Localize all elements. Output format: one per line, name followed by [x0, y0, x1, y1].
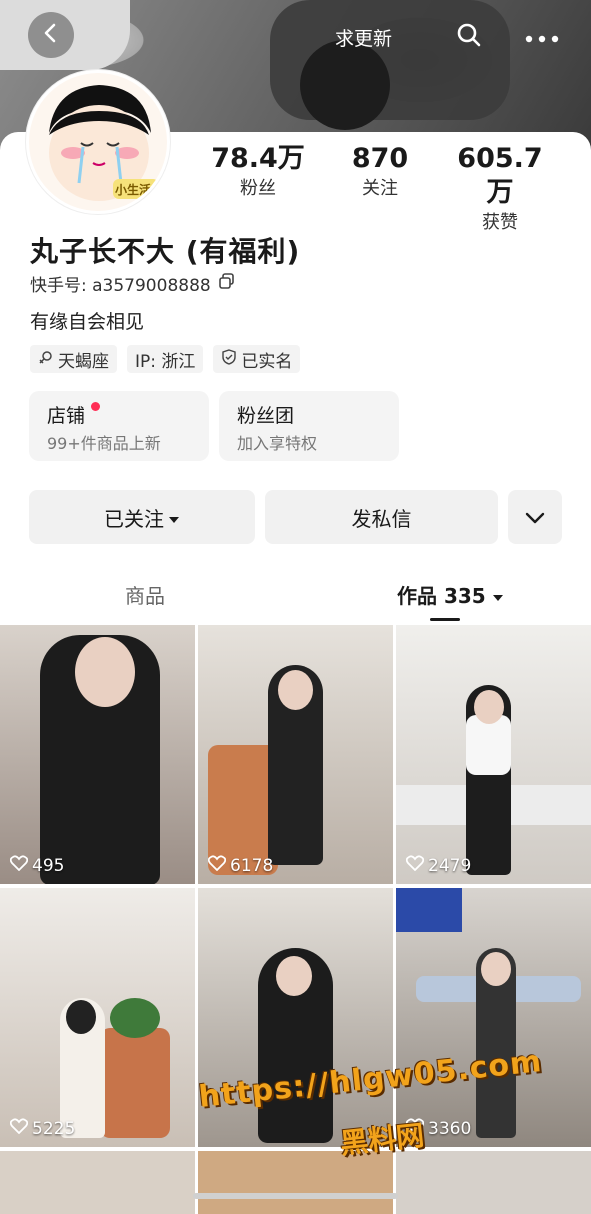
- send-message-button[interactable]: 发私信: [265, 490, 498, 544]
- stat-following[interactable]: 870 关注: [340, 142, 420, 202]
- request-update-button[interactable]: 求更新: [335, 20, 392, 54]
- card-title: 粉丝团: [237, 405, 295, 427]
- stat-value: 605.7万: [457, 143, 543, 208]
- video-thumbnail[interactable]: 6178: [198, 625, 393, 884]
- video-thumbnail[interactable]: 5225: [0, 888, 195, 1147]
- kuaishou-id-row[interactable]: 快手号: a3579008888: [30, 271, 235, 296]
- search-icon: [456, 22, 482, 52]
- likes-count: 495: [9, 855, 65, 876]
- stat-value: 870: [351, 143, 409, 174]
- search-button[interactable]: [452, 20, 486, 54]
- message-label: 发私信: [351, 506, 412, 531]
- chevron-left-icon: [40, 22, 62, 48]
- followed-button[interactable]: 已关注: [29, 490, 255, 544]
- stat-label: 粉丝: [240, 178, 276, 199]
- likes-count: 2479: [405, 855, 472, 876]
- heart-icon: [9, 855, 29, 876]
- active-tab-indicator: [430, 618, 460, 621]
- back-button[interactable]: [28, 12, 74, 58]
- tag-label: 已实名: [241, 351, 293, 372]
- followed-label: 已关注: [104, 506, 164, 531]
- likes-value: 495: [32, 855, 65, 876]
- copy-icon[interactable]: [218, 273, 235, 294]
- likes-value: 3360: [428, 1118, 472, 1139]
- card-title: 店铺: [47, 405, 86, 427]
- tag-label: IP: 浙江: [135, 351, 196, 372]
- heart-icon: [405, 855, 425, 876]
- chevron-down-icon: [525, 505, 545, 529]
- avatar-sticker-text: 小生活: [115, 183, 152, 197]
- likes-count: 5225: [9, 1118, 76, 1139]
- tag-ip-location: IP: 浙江: [127, 345, 204, 373]
- card-subtitle: 加入享特权: [237, 434, 318, 453]
- tag-verified: 已实名: [213, 345, 301, 373]
- tab-works[interactable]: 作品 335: [397, 580, 504, 609]
- video-thumbnail[interactable]: 495: [0, 625, 195, 884]
- shop-card[interactable]: 店铺 99+件商品上新: [29, 391, 209, 461]
- stat-likes[interactable]: 605.7万 获赞: [444, 142, 556, 236]
- tag-zodiac: 天蝎座: [30, 345, 117, 373]
- likes-count: 6178: [207, 855, 274, 876]
- caret-down-icon: [168, 505, 180, 529]
- tab-works-label: 作品 335: [397, 584, 486, 608]
- kuaishou-id: 快手号: a3579008888: [30, 276, 211, 296]
- caret-down-icon: [492, 583, 504, 607]
- scorpio-icon: [38, 349, 54, 370]
- video-thumbnail[interactable]: [198, 1151, 393, 1214]
- avatar[interactable]: 小生活: [26, 70, 170, 214]
- stat-followers[interactable]: 78.4万 粉丝: [210, 142, 306, 202]
- profile-tags: 天蝎座 IP: 浙江 已实名: [30, 345, 301, 373]
- video-thumbnail[interactable]: [396, 1151, 591, 1214]
- home-indicator[interactable]: [193, 1193, 398, 1199]
- stat-label: 关注: [362, 178, 398, 199]
- likes-value: 6178: [230, 855, 274, 876]
- profile-bio: 有缘自会相见: [30, 311, 145, 333]
- card-subtitle: 99+件商品上新: [47, 434, 161, 453]
- new-badge-dot: [91, 402, 100, 411]
- heart-icon: [207, 855, 227, 876]
- video-thumbnail[interactable]: [0, 1151, 195, 1214]
- fan-club-card[interactable]: 粉丝团 加入享特权: [219, 391, 399, 461]
- likes-value: 5225: [32, 1118, 76, 1139]
- video-thumbnail[interactable]: 2479: [396, 625, 591, 884]
- stat-value: 78.4万: [211, 143, 305, 174]
- more-options-button[interactable]: [520, 20, 564, 54]
- profile-name: 丸子长不大 (有福利): [30, 235, 301, 268]
- tab-products[interactable]: 商品: [125, 580, 165, 609]
- tag-label: 天蝎座: [58, 351, 109, 372]
- stat-label: 获赞: [482, 212, 518, 233]
- verified-shield-icon: [221, 348, 237, 370]
- likes-value: 2479: [428, 855, 472, 876]
- video-thumbnail[interactable]: 3360: [396, 888, 591, 1147]
- expand-recommendations-button[interactable]: [508, 490, 562, 544]
- more-dots-icon: [525, 28, 559, 47]
- heart-icon: [9, 1118, 29, 1139]
